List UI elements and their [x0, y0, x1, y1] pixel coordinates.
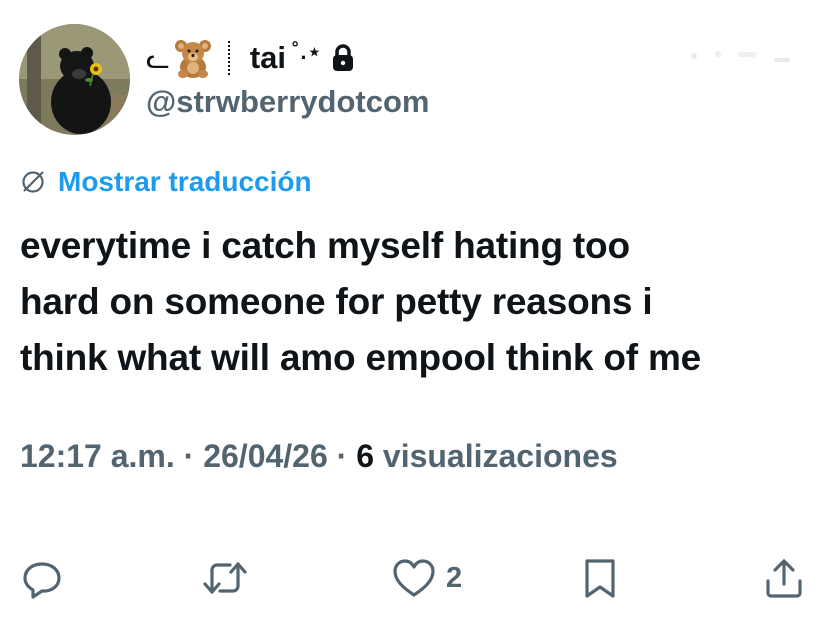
bookmark-icon — [585, 559, 615, 598]
share-button[interactable] — [762, 555, 806, 601]
display-name-row[interactable]: ᓚ tai ˚.⋆ — [146, 38, 356, 78]
meta-separator: · — [174, 438, 204, 474]
retweet-icon — [203, 562, 247, 594]
display-name-prefix: ᓚ — [146, 42, 170, 74]
display-name-suffix: ˚.⋆ — [292, 39, 323, 64]
more-options-icon[interactable] — [684, 44, 802, 64]
tweet-text: everytime i catch myself hating too hard… — [20, 218, 820, 386]
action-bar: 2 — [0, 555, 828, 605]
bookmark-button[interactable] — [578, 555, 622, 601]
tweet-line: think what will amo empool think of me — [20, 337, 702, 378]
username-handle[interactable]: @strwberrydotcom — [146, 84, 429, 120]
lock-icon — [330, 43, 356, 73]
like-count: 2 — [446, 561, 463, 594]
teddy-bear-icon — [172, 37, 214, 79]
retweet-button[interactable] — [200, 555, 250, 601]
avatar[interactable] — [19, 24, 130, 135]
heart-icon — [393, 559, 435, 597]
reply-button[interactable] — [20, 555, 64, 601]
display-name: tai — [249, 40, 287, 75]
tweet-line: hard on someone for petty reasons i — [20, 281, 653, 322]
meta-separator: · — [327, 438, 357, 474]
globe-slash-icon — [22, 171, 44, 193]
like-button[interactable]: 2 — [392, 555, 462, 601]
tweet-line: everytime i catch myself hating too — [20, 225, 630, 266]
tweet-meta: 12:17 a.m. · 26/04/26 · 6 visualizacione… — [20, 438, 618, 475]
reply-icon — [23, 562, 61, 599]
tweet-time[interactable]: 12:17 a.m. — [20, 438, 175, 474]
tweet-date[interactable]: 26/04/26 — [203, 438, 328, 474]
share-icon — [766, 559, 802, 598]
show-translation-link[interactable]: Mostrar traducción — [20, 166, 312, 198]
views-label: visualizaciones — [374, 438, 618, 474]
name-separator — [227, 41, 230, 75]
show-translation-label: Mostrar traducción — [58, 166, 312, 197]
views-count: 6 — [356, 438, 374, 474]
avatar-image — [19, 24, 130, 135]
